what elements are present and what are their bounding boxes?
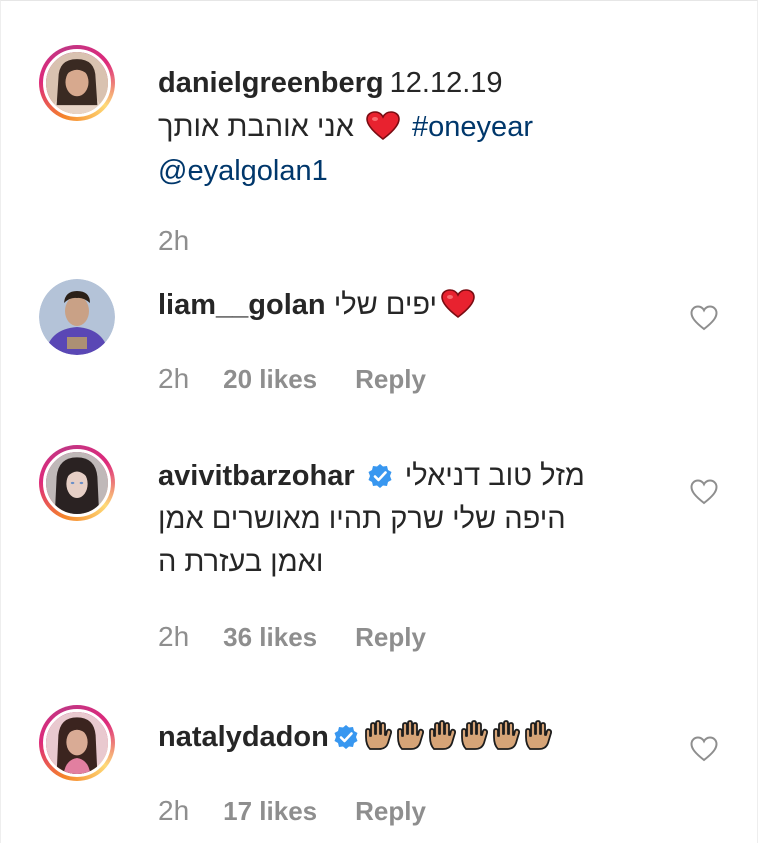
- avatar[interactable]: [39, 45, 115, 121]
- likes-count[interactable]: 17 likes: [223, 796, 317, 827]
- raised-hand-emoji-icon: [364, 720, 392, 750]
- caption-meta: 2h: [158, 225, 189, 257]
- comment-text: יפים שלי: [333, 289, 438, 321]
- avatar[interactable]: [39, 445, 115, 521]
- comment-body: liam__golan יפים שלי: [158, 283, 679, 327]
- mention-link[interactable]: @eyalgolan1: [158, 155, 328, 187]
- comment-meta: 2h 20 likes Reply: [158, 363, 426, 395]
- hashtag-link[interactable]: #oneyear: [412, 111, 533, 143]
- timestamp[interactable]: 2h: [158, 795, 189, 827]
- heart-emoji-icon: [366, 111, 400, 141]
- raised-hand-emoji-icon: [396, 720, 424, 750]
- caption-body: danielgreenberg 12.12.19 אני אוהבת אותך #…: [158, 61, 679, 193]
- avatar-photo: [46, 52, 108, 114]
- heart-outline-icon[interactable]: [689, 478, 719, 506]
- verified-badge-icon: [334, 725, 358, 749]
- comment-meta: 2h 36 likes Reply: [158, 621, 426, 653]
- avatar-photo: [46, 452, 108, 514]
- heart-emoji-icon: [441, 289, 475, 319]
- verified-badge-icon: [368, 464, 392, 488]
- username[interactable]: avivitbarzohar: [158, 460, 355, 492]
- username[interactable]: natalydadon: [158, 721, 329, 753]
- raised-hand-emoji-icon: [492, 720, 520, 750]
- reply-button[interactable]: Reply: [355, 364, 426, 395]
- avatar[interactable]: [39, 705, 115, 781]
- username[interactable]: liam__golan: [158, 289, 326, 321]
- timestamp[interactable]: 2h: [158, 621, 189, 653]
- reply-button[interactable]: Reply: [355, 796, 426, 827]
- raised-hand-emoji-icon: [524, 720, 552, 750]
- raised-hand-emoji-icon: [460, 720, 488, 750]
- avatar-photo: [39, 279, 115, 355]
- avatar[interactable]: [39, 279, 115, 355]
- likes-count[interactable]: 36 likes: [223, 622, 317, 653]
- reply-button[interactable]: Reply: [355, 622, 426, 653]
- timestamp[interactable]: 2h: [158, 363, 189, 395]
- comment-text-line-1: מזל טוב דניאלי: [404, 460, 585, 492]
- comment-text-line-2: היפה שלי שרק תהיו מאושרים אמן: [158, 503, 566, 535]
- likes-count[interactable]: 20 likes: [223, 364, 317, 395]
- raised-hands-group: [363, 720, 555, 753]
- raised-hand-emoji-icon: [428, 720, 456, 750]
- comment-body: מזל טוב דניאלי avivitbarzohar היפה שלי ש…: [158, 454, 679, 584]
- timestamp[interactable]: 2h: [158, 225, 189, 257]
- comment-meta: 2h 17 likes Reply: [158, 795, 426, 827]
- username[interactable]: danielgreenberg: [158, 67, 384, 99]
- heart-outline-icon[interactable]: [689, 304, 719, 332]
- avatar-photo: [46, 712, 108, 774]
- caption-text: אני אוהבת אותך: [158, 111, 354, 143]
- comments-panel: danielgreenberg 12.12.19 אני אוהבת אותך #…: [0, 0, 758, 843]
- comment-body: natalydadon: [158, 715, 679, 759]
- comment-text-line-3: ואמן בעזרת ה: [158, 546, 324, 578]
- heart-outline-icon[interactable]: [689, 735, 719, 763]
- post-date: 12.12.19: [389, 67, 503, 99]
